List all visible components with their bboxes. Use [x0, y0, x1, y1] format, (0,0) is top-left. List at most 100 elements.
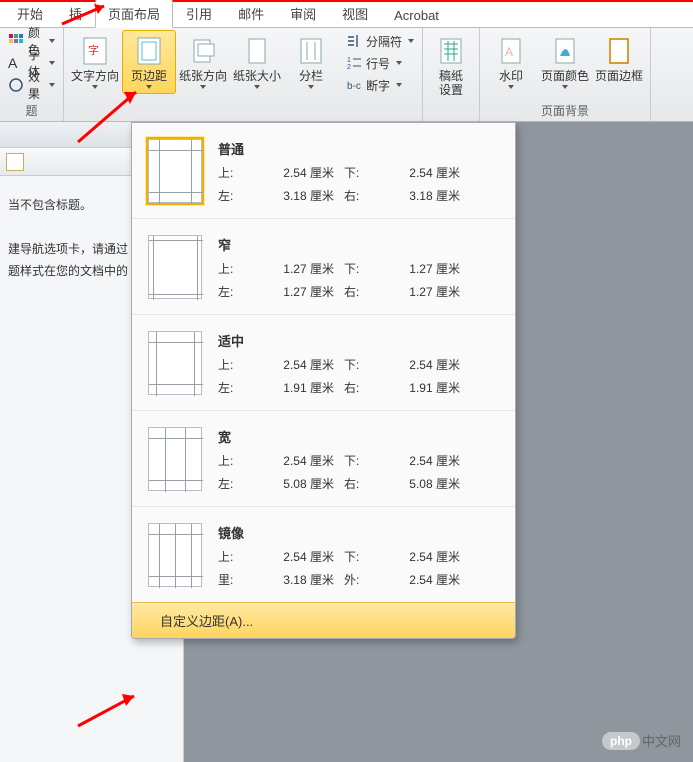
svg-text:2: 2 [347, 64, 351, 71]
nav-tab-thumbnail-icon[interactable] [6, 153, 24, 171]
margins-preset-icon [148, 523, 202, 587]
group-label-page-setup [68, 105, 418, 121]
size-label: 纸张大小 [233, 69, 281, 83]
page-border-label: 页面边框 [595, 69, 643, 83]
preset-label: 右: [344, 187, 384, 204]
orientation-button[interactable]: 纸张方向 [176, 30, 230, 94]
preset-label: 上: [218, 548, 258, 565]
preset-title: 镜像 [218, 523, 499, 542]
chevron-down-icon [408, 39, 414, 43]
tab-mailings[interactable]: 邮件 [225, 0, 277, 27]
preset-label: 左: [218, 475, 258, 492]
columns-icon [295, 35, 327, 67]
preset-label: 上: [218, 260, 258, 277]
chevron-down-icon [396, 83, 402, 87]
tab-review[interactable]: 审阅 [277, 0, 329, 27]
tab-view[interactable]: 视图 [329, 0, 381, 27]
preset-label: 左: [218, 379, 258, 396]
line-numbers-icon: 12 [346, 55, 362, 71]
margins-preset-moderate[interactable]: 适中上:2.54 厘米下:2.54 厘米左:1.91 厘米右:1.91 厘米 [132, 314, 515, 410]
page-color-button[interactable]: 页面颜色 [538, 30, 592, 94]
preset-label: 下: [344, 452, 384, 469]
group-label-page-background: 页面背景 [484, 102, 646, 121]
svg-text:1: 1 [347, 57, 351, 64]
custom-margins-button[interactable]: 自定义边距(A)... [132, 602, 515, 638]
preset-label: 下: [344, 356, 384, 373]
preset-title: 窄 [218, 235, 499, 254]
tab-references[interactable]: 引用 [173, 0, 225, 27]
preset-value: 2.54 厘米 [258, 164, 344, 181]
manuscript-icon [435, 35, 467, 67]
preset-label: 下: [344, 164, 384, 181]
ribbon-tabs: 开始 插 页面布局 引用 邮件 审阅 视图 Acrobat [0, 2, 693, 28]
chevron-down-icon [200, 85, 206, 89]
preset-label: 左: [218, 187, 258, 204]
tab-page-layout[interactable]: 页面布局 [95, 0, 173, 28]
page-color-icon [549, 35, 581, 67]
preset-value: 2.54 厘米 [384, 164, 470, 181]
effects-icon [8, 77, 24, 93]
chevron-down-icon [562, 85, 568, 89]
preset-value: 3.18 厘米 [384, 187, 470, 204]
preset-value: 1.27 厘米 [258, 260, 344, 277]
breaks-icon [346, 33, 362, 49]
page-border-button[interactable]: 页面边框 [592, 30, 646, 88]
line-numbers-button[interactable]: 12 行号 [342, 52, 418, 74]
chevron-down-icon [508, 85, 514, 89]
margins-preset-mirror[interactable]: 镜像上:2.54 厘米下:2.54 厘米里:3.18 厘米外:2.54 厘米 [132, 506, 515, 602]
preset-label: 左: [218, 283, 258, 300]
columns-label: 分栏 [299, 69, 323, 83]
tab-home[interactable]: 开始 [4, 0, 56, 27]
tab-insert[interactable]: 插 [56, 0, 95, 27]
chevron-down-icon [49, 83, 55, 87]
margins-preset-narrow[interactable]: 窄上:1.27 厘米下:1.27 厘米左:1.27 厘米右:1.27 厘米 [132, 218, 515, 314]
theme-effects-button[interactable]: 效果 [4, 74, 59, 96]
preset-value: 3.18 厘米 [258, 187, 344, 204]
preset-value: 3.18 厘米 [258, 571, 344, 588]
margins-preset-normal[interactable]: 普通上:2.54 厘米下:2.54 厘米左:3.18 厘米右:3.18 厘米 [132, 123, 515, 218]
margins-dropdown: 普通上:2.54 厘米下:2.54 厘米左:3.18 厘米右:3.18 厘米窄上… [131, 122, 516, 639]
chevron-down-icon [254, 85, 260, 89]
margins-preset-icon [148, 427, 202, 491]
margins-preset-icon [148, 139, 202, 203]
margins-button[interactable]: 页边距 [122, 30, 176, 94]
preset-value: 1.91 厘米 [258, 379, 344, 396]
hyphenation-label: 断字 [366, 77, 390, 94]
preset-label: 下: [344, 548, 384, 565]
group-label-themes: 题 [4, 102, 59, 121]
preset-value: 2.54 厘米 [384, 356, 470, 373]
chevron-down-icon [396, 61, 402, 65]
svg-text:b-c: b-c [347, 81, 361, 92]
preset-title: 普通 [218, 139, 499, 158]
preset-value: 2.54 厘米 [384, 452, 470, 469]
columns-button[interactable]: 分栏 [284, 30, 338, 94]
size-button[interactable]: 纸张大小 [230, 30, 284, 94]
margins-preset-wide[interactable]: 宽上:2.54 厘米下:2.54 厘米左:5.08 厘米右:5.08 厘米 [132, 410, 515, 506]
line-numbers-label: 行号 [366, 55, 390, 72]
watermark-icon: A [495, 35, 527, 67]
preset-value: 5.08 厘米 [384, 475, 470, 492]
orientation-icon [187, 35, 219, 67]
preset-value: 2.54 厘米 [384, 571, 470, 588]
margins-label: 页边距 [131, 69, 167, 83]
margins-preset-icon [148, 235, 202, 299]
preset-title: 宽 [218, 427, 499, 446]
chevron-down-icon [308, 85, 314, 89]
preset-label: 上: [218, 452, 258, 469]
breaks-button[interactable]: 分隔符 [342, 30, 418, 52]
preset-label: 上: [218, 164, 258, 181]
tab-acrobat[interactable]: Acrobat [381, 3, 452, 27]
margins-icon [133, 35, 165, 67]
page-border-icon [603, 35, 635, 67]
manuscript-button[interactable]: 稿纸 设置 [427, 30, 475, 102]
preset-value: 2.54 厘米 [258, 356, 344, 373]
preset-value: 2.54 厘米 [258, 452, 344, 469]
watermark-button[interactable]: A 水印 [484, 30, 538, 94]
hyphenation-button[interactable]: b-c 断字 [342, 74, 418, 96]
fonts-icon: A [8, 55, 24, 71]
preset-label: 右: [344, 283, 384, 300]
text-direction-button[interactable]: 字 文字方向 [68, 30, 122, 94]
preset-label: 右: [344, 379, 384, 396]
margins-preset-icon [148, 331, 202, 395]
preset-value: 5.08 厘米 [258, 475, 344, 492]
